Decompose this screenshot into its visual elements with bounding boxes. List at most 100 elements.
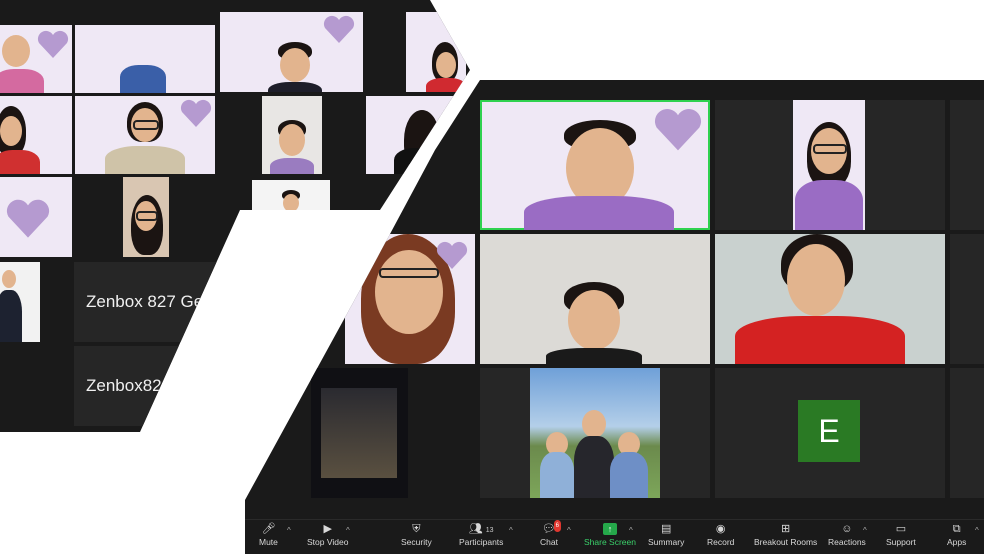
video-feed xyxy=(793,100,865,230)
participant-body xyxy=(426,78,466,92)
video-tile[interactable] xyxy=(480,234,710,364)
video-tile[interactable] xyxy=(950,100,984,230)
mute-options-caret[interactable]: ^ xyxy=(287,526,291,535)
participant-body xyxy=(120,65,166,93)
chat-icon: 💬︎ 6 xyxy=(542,520,561,535)
video-tile[interactable] xyxy=(75,25,215,93)
glasses xyxy=(379,268,439,278)
video-tile[interactable] xyxy=(0,262,40,342)
participant-body xyxy=(0,69,44,93)
participant-body xyxy=(0,290,22,342)
support-icon: ▭ xyxy=(895,523,907,535)
apps-options-caret[interactable]: ^ xyxy=(975,526,979,535)
participants-label: Participants xyxy=(459,537,504,547)
heart-logo-icon xyxy=(180,99,212,127)
video-tile[interactable] xyxy=(262,96,322,174)
video-tile[interactable] xyxy=(950,368,984,498)
participant-body xyxy=(795,180,863,230)
video-tile[interactable] xyxy=(311,368,408,498)
video-feed xyxy=(321,388,397,478)
record-label: Record xyxy=(707,537,735,547)
summary-button[interactable]: ▤ Summary xyxy=(648,523,684,547)
participant-body xyxy=(0,150,40,174)
participants-options-caret[interactable]: ^ xyxy=(509,526,513,535)
reactions-options-caret[interactable]: ^ xyxy=(863,526,867,535)
video-tile[interactable] xyxy=(252,180,330,212)
video-tile[interactable] xyxy=(0,96,72,174)
participant-body xyxy=(268,82,322,92)
reactions-icon: ☺ xyxy=(841,523,853,535)
participant-face xyxy=(2,270,16,288)
heart-logo-icon xyxy=(6,199,50,238)
participant-face xyxy=(375,250,443,334)
breakout-rooms-button[interactable]: ⊞ Breakout Rooms xyxy=(754,523,817,547)
participants-count: 13 xyxy=(485,527,494,534)
video-camera-icon: ▶ xyxy=(323,523,332,535)
participant-body xyxy=(610,452,648,498)
name-only-tile[interactable]: Zenbox82 xyxy=(74,346,206,426)
participants-button[interactable]: 👥︎ 13 Participants xyxy=(459,523,503,547)
video-tile[interactable] xyxy=(123,177,169,257)
participant-face xyxy=(2,35,30,67)
video-tile[interactable] xyxy=(75,96,215,174)
video-feed xyxy=(530,368,660,498)
chat-label: Chat xyxy=(540,537,558,547)
video-tile[interactable] xyxy=(715,234,945,364)
video-tile[interactable]: E xyxy=(715,368,945,498)
summary-label: Summary xyxy=(648,537,685,547)
glasses xyxy=(813,144,847,154)
video-tile[interactable] xyxy=(0,177,72,257)
mute-button[interactable]: 🎤︎ Mute xyxy=(259,523,278,547)
participant-body xyxy=(270,158,314,174)
stop-video-button[interactable]: ▶ Stop Video xyxy=(307,523,348,547)
video-tile[interactable] xyxy=(950,234,984,364)
active-speaker-tile[interactable] xyxy=(480,100,710,230)
share-screen-label: Share Screen xyxy=(584,537,636,547)
support-button[interactable]: ▭ Support xyxy=(886,523,916,547)
video-options-caret[interactable]: ^ xyxy=(346,526,350,535)
record-button[interactable]: ◉ Record xyxy=(707,523,734,547)
support-label: Support xyxy=(886,537,916,547)
apps-button[interactable]: ⧉ Apps xyxy=(947,523,966,547)
glasses xyxy=(133,120,159,130)
meeting-toolbar: 🎤︎ Mute ^ ▶ Stop Video ^ ⛨ Security 👥︎ 13… xyxy=(245,519,984,554)
name-only-tile[interactable]: Zenbox 827 Gelv xyxy=(74,262,246,342)
glasses xyxy=(136,211,158,221)
apps-icon: ⧉ xyxy=(952,523,961,535)
participant-face xyxy=(283,194,299,212)
security-label: Security xyxy=(401,537,432,547)
chat-unread-badge: 6 xyxy=(553,520,561,532)
breakout-rooms-label: Breakout Rooms xyxy=(754,537,818,547)
video-tile[interactable] xyxy=(480,368,710,498)
reactions-label: Reactions xyxy=(828,537,866,547)
participant-face xyxy=(0,116,22,146)
heart-logo-icon xyxy=(323,15,355,43)
video-tile[interactable] xyxy=(220,12,363,92)
participant-face xyxy=(280,48,310,82)
share-screen-icon: ↑ xyxy=(602,523,617,535)
participant-body xyxy=(735,316,905,364)
chat-options-caret[interactable]: ^ xyxy=(567,526,571,535)
video-tile[interactable] xyxy=(0,25,72,93)
participant-face xyxy=(787,244,845,316)
participant-face xyxy=(582,410,606,438)
participant-body xyxy=(574,436,614,498)
participant-face xyxy=(568,290,620,350)
stop-video-label: Stop Video xyxy=(307,537,349,547)
participant-body xyxy=(105,146,185,174)
video-tile[interactable] xyxy=(345,234,475,364)
video-tile[interactable] xyxy=(406,12,466,92)
heart-logo-icon xyxy=(436,241,468,269)
heart-logo-icon xyxy=(654,109,702,151)
video-tile[interactable] xyxy=(715,100,945,230)
share-options-caret[interactable]: ^ xyxy=(629,526,633,535)
chat-button[interactable]: 💬︎ 6 Chat xyxy=(540,520,561,547)
participant-face xyxy=(436,52,456,78)
participant-face xyxy=(279,124,305,156)
reactions-button[interactable]: ☺ Reactions xyxy=(828,523,866,547)
mute-label: Mute xyxy=(259,537,278,547)
security-button[interactable]: ⛨ Security xyxy=(401,523,432,547)
shield-icon: ⛨ xyxy=(412,523,421,535)
participant-name: Zenbox 827 Gelv xyxy=(86,292,216,311)
summary-icon: ▤ xyxy=(660,523,672,535)
